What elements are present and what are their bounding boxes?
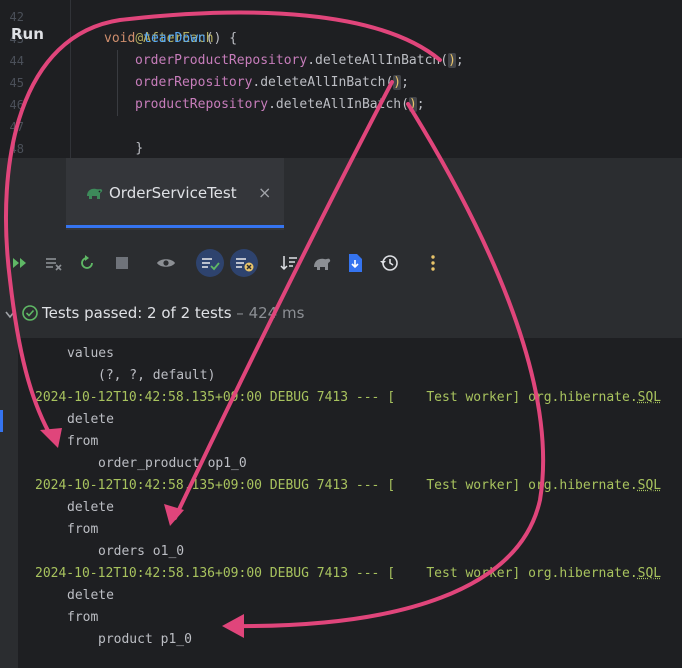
stop-icon[interactable]: [111, 252, 133, 274]
log-category-link[interactable]: SQL: [638, 478, 661, 493]
console-line: product p1_0: [98, 632, 192, 647]
close-paren: ): [408, 97, 417, 112]
line-number: 44: [9, 54, 24, 68]
tab-label[interactable]: OrderServiceTest: [109, 184, 237, 202]
method-call: .deleteAllInBatch: [307, 53, 441, 68]
console-log-line: 2024-10-12T10:42:58.135+09:00 DEBUG 7413…: [35, 475, 661, 497]
show-passed-icon[interactable]: [155, 252, 177, 274]
close-tab-icon[interactable]: ×: [258, 183, 271, 202]
code-line-delete-order-product[interactable]: orderProductRepository.deleteAllInBatch(…: [135, 50, 464, 72]
log-prefix: 2024-10-12T10:42:58.136+09:00 DEBUG 7413…: [35, 566, 638, 581]
close-paren: ): [393, 75, 402, 90]
gradle-icon[interactable]: [311, 252, 333, 274]
console-log-line: 2024-10-12T10:42:58.136+09:00 DEBUG 7413…: [35, 563, 661, 585]
console-line: order_product op1_0: [98, 456, 247, 471]
tests-passed-label: Tests passed: 2 of 2 tests: [42, 304, 232, 322]
console-line: delete: [67, 500, 114, 515]
sort-icon[interactable]: [278, 252, 300, 274]
semicolon: ;: [416, 97, 425, 112]
code-line-method-declaration[interactable]: void tearDown() {: [104, 28, 237, 50]
console-log-line: 2024-10-12T10:42:58.135+09:00 DEBUG 7413…: [35, 387, 661, 409]
line-number: 47: [9, 120, 24, 134]
run-panel-title: Run: [11, 25, 44, 43]
console-gutter: [0, 338, 18, 668]
console-line: (?, ?, default): [98, 368, 216, 383]
console-line: delete: [67, 588, 114, 603]
run-toolbar: [0, 230, 682, 294]
console-line: delete: [67, 412, 114, 427]
console-line: from: [67, 434, 99, 449]
chevron-down-icon[interactable]: [4, 307, 16, 326]
semicolon: ;: [401, 75, 409, 90]
console-line: from: [67, 522, 99, 537]
line-number-gutter: 42 43 44 45 46 47 48: [0, 0, 44, 158]
log-prefix: 2024-10-12T10:42:58.135+09:00 DEBUG 7413…: [35, 390, 638, 405]
active-tab-indicator: [66, 225, 284, 228]
method-call: .deleteAllInBatch: [252, 75, 386, 90]
line-number: 45: [9, 76, 24, 90]
method-signature-rest: () {: [205, 31, 238, 46]
check-circle-icon: [21, 304, 39, 326]
field-name: orderRepository: [135, 75, 253, 90]
gradle-elephant-icon: [84, 184, 104, 206]
console-line: orders o1_0: [98, 544, 185, 559]
code-line-delete-order[interactable]: orderRepository.deleteAllInBatch();: [135, 72, 409, 94]
log-category-link[interactable]: SQL: [638, 390, 661, 405]
method-call: .deleteAllInBatch: [268, 97, 402, 112]
semicolon: ;: [455, 53, 464, 68]
test-status-text: Tests passed: 2 of 2 tests – 424 ms: [42, 304, 304, 322]
line-number: 46: [9, 98, 24, 112]
close-paren: ): [448, 53, 456, 68]
code-line-delete-product[interactable]: productRepository.deleteAllInBatch();: [135, 94, 425, 116]
open-paren: (: [401, 97, 409, 112]
console-line: values: [67, 346, 114, 361]
closing-brace: }: [135, 141, 144, 156]
export-icon[interactable]: [344, 252, 366, 274]
method-name: tearDown: [143, 31, 206, 46]
show-skipped-icon[interactable]: [233, 252, 255, 274]
field-name: orderProductRepository: [135, 53, 308, 68]
rerun-failed-icon[interactable]: [10, 252, 32, 274]
field-name: productRepository: [135, 97, 269, 112]
fold-guide: [70, 0, 71, 158]
separator: –: [231, 304, 249, 322]
keyword-void: void: [104, 31, 136, 46]
show-ignored-icon[interactable]: [199, 252, 221, 274]
code-line-closing-brace[interactable]: }: [104, 116, 143, 156]
console-line: from: [67, 610, 99, 625]
log-category-link[interactable]: SQL: [638, 566, 661, 581]
code-line-annotation[interactable]: @AfterEach: [104, 6, 213, 46]
log-prefix: 2024-10-12T10:42:58.135+09:00 DEBUG 7413…: [35, 478, 638, 493]
rerun-icon[interactable]: [76, 252, 98, 274]
test-duration: 424 ms: [248, 304, 305, 322]
open-paren: (: [440, 53, 449, 68]
line-number: 48: [9, 142, 24, 156]
console-scroll-marker: [0, 410, 3, 432]
code-editor[interactable]: 42 43 44 45 46 47 48 @AfterEach void tea…: [0, 0, 682, 158]
history-icon[interactable]: [378, 252, 400, 274]
clear-output-icon[interactable]: [43, 252, 65, 274]
more-icon[interactable]: [422, 252, 444, 274]
